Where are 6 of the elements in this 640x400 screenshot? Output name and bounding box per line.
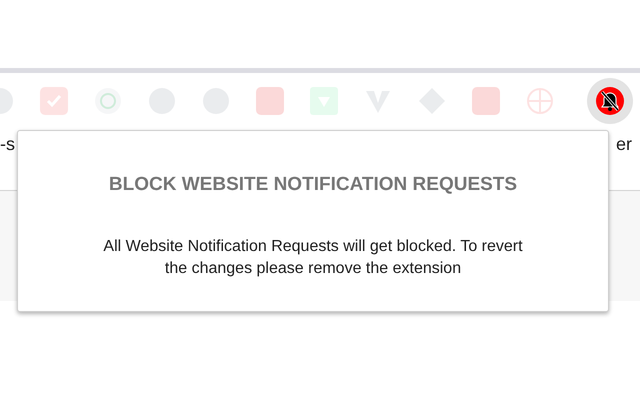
bell-off-icon [596,87,624,115]
extension-button[interactable] [587,78,633,124]
popup-title: BLOCK WEBSITE NOTIFICATION REQUESTS [108,173,518,197]
page-text: -s [0,133,15,156]
popup-message: All Website Notification Requests will get blocked. To revert the changes please remove the extension [102,236,524,278]
page-text: er [616,133,632,156]
